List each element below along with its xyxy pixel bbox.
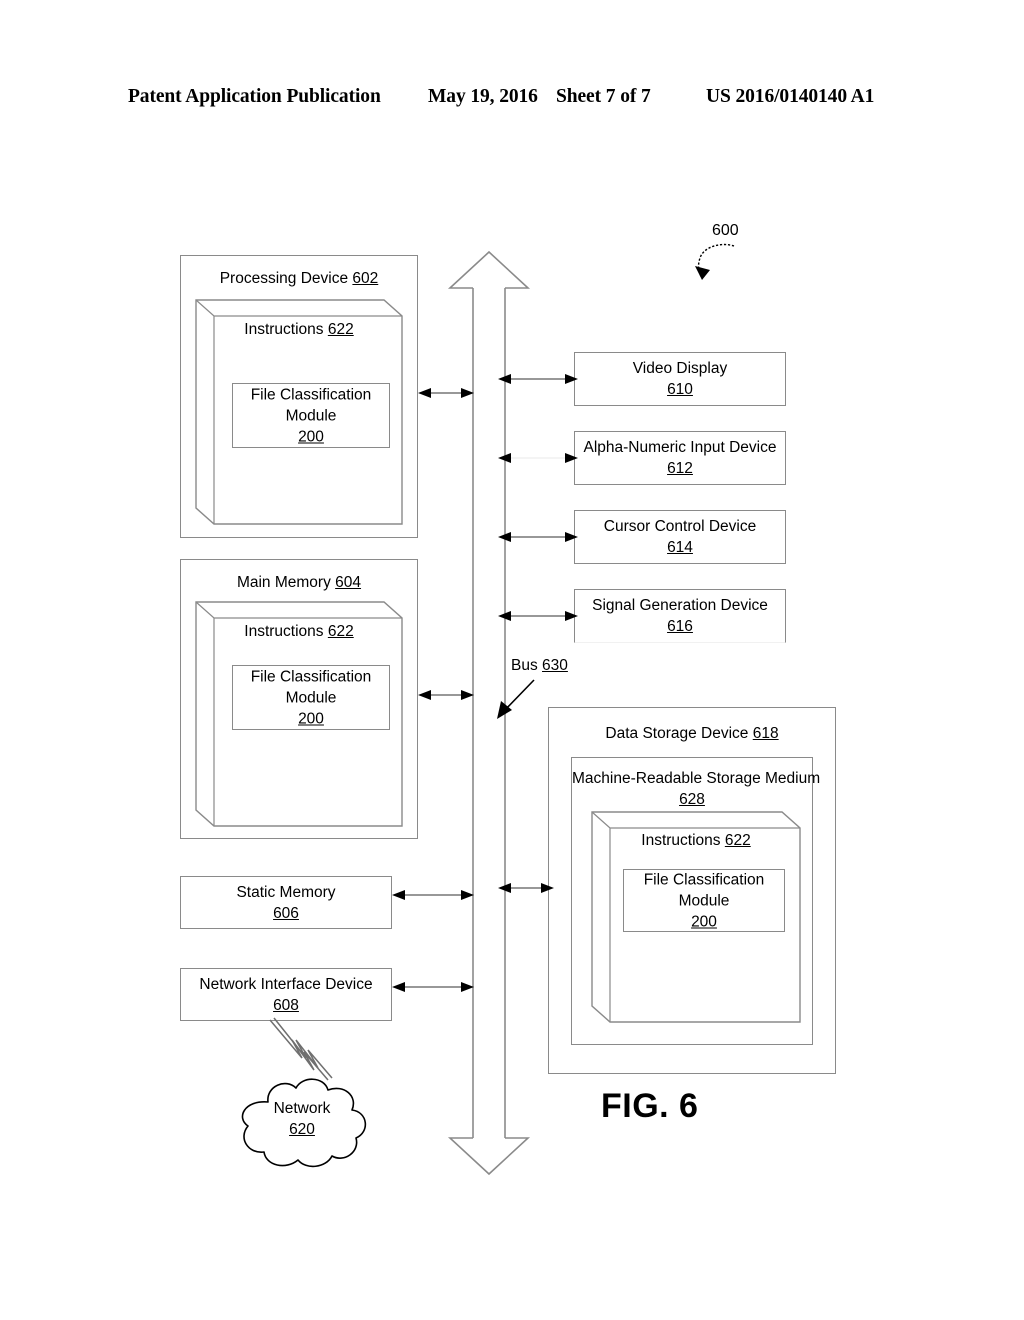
machine-readable-storage-medium-reference: 628: [679, 791, 705, 808]
data-storage-device-reference: 618: [752, 725, 779, 742]
video-display-block: Video Display 610: [574, 352, 786, 406]
module-reference: 200: [298, 428, 324, 445]
connector-bus-to-signal-generation-device: [498, 608, 578, 624]
static-memory-label: Static Memory 606: [181, 882, 391, 924]
machine-readable-storage-medium-title: Machine-Readable Storage Medium 628: [572, 768, 820, 810]
network-cloud: Network 620: [228, 1068, 376, 1180]
processing-device-title: Processing Device 602: [181, 269, 417, 288]
connector-bus-to-video-display: [498, 371, 578, 387]
static-memory-reference: 606: [273, 904, 299, 922]
cursor-control-device-reference: 614: [667, 539, 693, 556]
alpha-numeric-input-device-block: Alpha-Numeric Input Device 612: [574, 431, 786, 485]
main-memory-label: Main Memory: [236, 574, 331, 591]
system-reference-leader-arrow: [682, 240, 742, 300]
connector-processing-device-to-bus: [418, 385, 474, 401]
header-sheet: Sheet 7 of 7: [556, 86, 651, 107]
data-storage-device-label: Data Storage Device: [605, 725, 749, 742]
module-label-text: File Classification Module: [643, 871, 765, 909]
system-reference-label: 600: [712, 222, 739, 239]
cursor-control-device-label-text: Cursor Control Device: [603, 518, 757, 535]
signal-generation-device-reference: 616: [667, 618, 693, 635]
connector-bus-to-data-storage-device: [498, 880, 554, 896]
bus-leader-arrow: [488, 676, 544, 722]
main-memory-module-label: File Classification Module 200: [233, 666, 389, 729]
alpha-numeric-input-device-label-text: Alpha-Numeric Input Device: [583, 439, 777, 456]
storage-medium-module-label: File Classification Module 200: [624, 869, 784, 932]
main-memory-reference: 604: [335, 574, 362, 591]
storage-medium-file-classification-module-block: File Classification Module 200: [623, 869, 785, 932]
instructions-reference: 622: [327, 321, 354, 338]
main-memory-file-classification-module-block: File Classification Module 200: [232, 665, 390, 730]
processing-device-label: Processing Device: [219, 270, 349, 287]
network-interface-device-reference: 608: [273, 996, 299, 1014]
connector-main-memory-to-bus: [418, 687, 474, 703]
connector-bus-to-alpha-numeric-input-device: [498, 450, 578, 466]
video-display-label-text: Video Display: [632, 360, 728, 377]
signal-generation-device-label-text: Signal Generation Device: [592, 597, 768, 614]
module-reference: 200: [691, 913, 717, 930]
data-storage-device-title: Data Storage Device 618: [549, 724, 835, 743]
network-cloud-label: Network 620: [228, 1098, 376, 1140]
signal-generation-device-block: Signal Generation Device 616: [574, 589, 786, 643]
network-interface-device-label-text: Network Interface Device: [199, 975, 373, 993]
alpha-numeric-input-device-label: Alpha-Numeric Input Device 612: [575, 437, 785, 479]
connector-network-interface-device-to-bus: [392, 979, 474, 995]
instructions-label: Instructions: [244, 623, 324, 640]
connector-static-memory-to-bus: [392, 887, 474, 903]
static-memory-block: Static Memory 606: [180, 876, 392, 929]
instructions-reference: 622: [327, 623, 354, 640]
main-memory-title: Main Memory 604: [181, 573, 417, 592]
bus-label: Bus 630: [511, 656, 568, 675]
processing-device-reference: 602: [352, 270, 379, 287]
cursor-control-device-block: Cursor Control Device 614: [574, 510, 786, 564]
processing-device-instructions-title: Instructions 622: [196, 320, 402, 339]
main-memory-instructions-title: Instructions 622: [196, 622, 402, 641]
header-document-number: US 2016/0140140 A1: [706, 86, 875, 107]
network-label-text: Network: [273, 1100, 331, 1117]
network-reference: 620: [289, 1121, 315, 1138]
network-interface-device-label: Network Interface Device 608: [181, 974, 391, 1016]
network-interface-device-block: Network Interface Device 608: [180, 968, 392, 1021]
signal-generation-device-label: Signal Generation Device 616: [575, 595, 785, 637]
storage-medium-instructions-title: Instructions 622: [592, 831, 800, 850]
instructions-reference: 622: [724, 832, 751, 849]
instructions-label: Instructions: [244, 321, 324, 338]
bus-label-text: Bus: [511, 657, 538, 674]
instructions-label: Instructions: [641, 832, 721, 849]
cursor-control-device-label: Cursor Control Device 614: [575, 516, 785, 558]
processing-device-module-label: File Classification Module 200: [233, 384, 389, 447]
bus-reference: 630: [542, 657, 568, 674]
video-display-reference: 610: [667, 381, 693, 398]
module-label-text: File Classification Module: [250, 668, 372, 706]
patent-figure-page: Patent Application Publication May 19, 2…: [0, 0, 1024, 1320]
processing-device-file-classification-module-block: File Classification Module 200: [232, 383, 390, 448]
figure-caption: FIG. 6: [601, 1087, 699, 1125]
alpha-numeric-input-device-reference: 612: [667, 460, 693, 477]
header-publication: Patent Application Publication: [128, 86, 381, 107]
connector-bus-to-cursor-control-device: [498, 529, 578, 545]
machine-readable-storage-medium-label: Machine-Readable Storage Medium: [572, 770, 821, 787]
video-display-label: Video Display 610: [575, 358, 785, 400]
header-date: May 19, 2016: [428, 86, 538, 107]
module-reference: 200: [298, 710, 324, 727]
static-memory-label-text: Static Memory: [236, 883, 336, 901]
module-label-text: File Classification Module: [250, 386, 372, 424]
page-header: Patent Application Publication May 19, 2…: [0, 86, 1024, 112]
